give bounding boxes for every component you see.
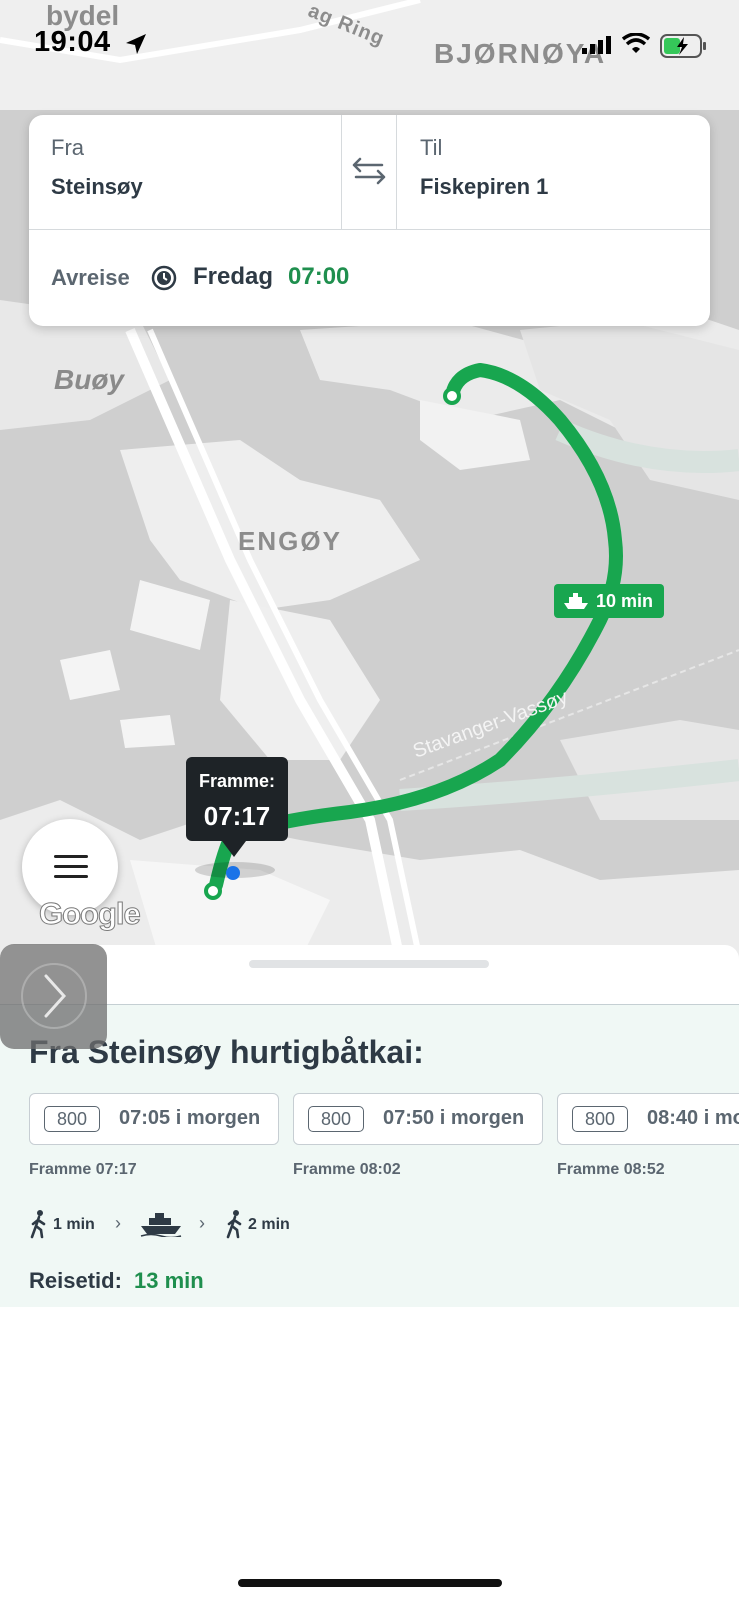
route-search-card: Fra Steinsøy Til Fiskepiren 1 Avreise Fr… xyxy=(29,115,710,326)
departure-time: 08:40 i morgen xyxy=(647,1107,739,1129)
departure-list[interactable]: 800 07:05 i morgen Framme 07:17 800 07:5… xyxy=(29,1093,739,1183)
ferry-icon xyxy=(139,1211,183,1242)
duration-text: 10 min xyxy=(596,591,654,611)
arrival-text: Framme 07:17 xyxy=(29,1161,137,1178)
wifi-icon xyxy=(621,32,651,60)
walk-icon xyxy=(225,1209,245,1244)
arrival-text: Framme 08:52 xyxy=(557,1161,665,1178)
clock-icon xyxy=(151,265,177,296)
trip-bottom-sheet: Fra Steinsøy hurtigbåtkai: 800 07:05 i m… xyxy=(0,945,739,1600)
ferry-icon xyxy=(562,591,590,616)
to-field[interactable]: Fiskepiren 1 xyxy=(420,174,548,200)
trip-legs: 1 min › › 2 min xyxy=(29,1209,429,1239)
arrival-label: Framme: xyxy=(198,771,276,791)
swap-icon xyxy=(342,157,396,201)
status-time: 19:04 xyxy=(34,26,111,58)
arrival-time: 07:17 xyxy=(203,801,271,831)
departure-day[interactable]: Fredag xyxy=(193,263,273,291)
departure-option[interactable]: 800 07:05 i morgen xyxy=(29,1093,279,1145)
from-field[interactable]: Steinsøy xyxy=(51,174,143,200)
signal-icon xyxy=(582,36,612,59)
departure-time[interactable]: 07:00 xyxy=(288,263,349,291)
walk-duration: 2 min xyxy=(248,1216,290,1233)
departure-label: Avreise xyxy=(51,265,130,290)
departure-option[interactable]: 800 08:40 i morgen xyxy=(557,1093,739,1145)
route-number-badge: 800 xyxy=(308,1106,364,1132)
swap-button[interactable] xyxy=(342,145,396,197)
google-logo: Google xyxy=(39,896,142,932)
walk-duration: 1 min xyxy=(53,1216,95,1233)
route-number-badge: 800 xyxy=(572,1106,628,1132)
chevron-right-icon: › xyxy=(115,1213,121,1233)
home-indicator[interactable] xyxy=(238,1579,502,1587)
departure-option[interactable]: 800 07:50 i morgen xyxy=(293,1093,543,1145)
walk-icon xyxy=(29,1209,49,1244)
sheet-drag-handle[interactable] xyxy=(249,960,489,968)
departure-time: 07:50 i morgen xyxy=(383,1107,525,1129)
travel-time-value: 13 min xyxy=(134,1268,204,1293)
expand-button[interactable] xyxy=(0,944,107,1049)
route-number-badge: 800 xyxy=(44,1106,100,1132)
map-label-engoy: ENGØY xyxy=(238,526,342,556)
map-label-buoy: Buøy xyxy=(54,364,124,395)
route-duration-badge: 10 min xyxy=(554,584,664,618)
chevron-right-icon: › xyxy=(199,1213,205,1233)
divider xyxy=(396,115,397,229)
to-label: Til xyxy=(420,135,443,160)
chevron-right-icon xyxy=(0,963,107,1053)
divider xyxy=(29,229,710,230)
from-label: Fra xyxy=(51,135,84,160)
battery-charging-icon xyxy=(660,34,708,63)
travel-time-label: Reisetid: xyxy=(29,1268,122,1293)
trip-panel[interactable]: Fra Steinsøy hurtigbåtkai: 800 07:05 i m… xyxy=(0,1005,739,1307)
location-arrow-icon xyxy=(124,32,148,61)
arrival-tooltip: Framme: 07:17 xyxy=(186,757,288,857)
arrival-text: Framme 08:02 xyxy=(293,1161,401,1178)
status-bar: 19:04 xyxy=(0,0,739,90)
departure-time: 07:05 i morgen xyxy=(119,1107,261,1129)
